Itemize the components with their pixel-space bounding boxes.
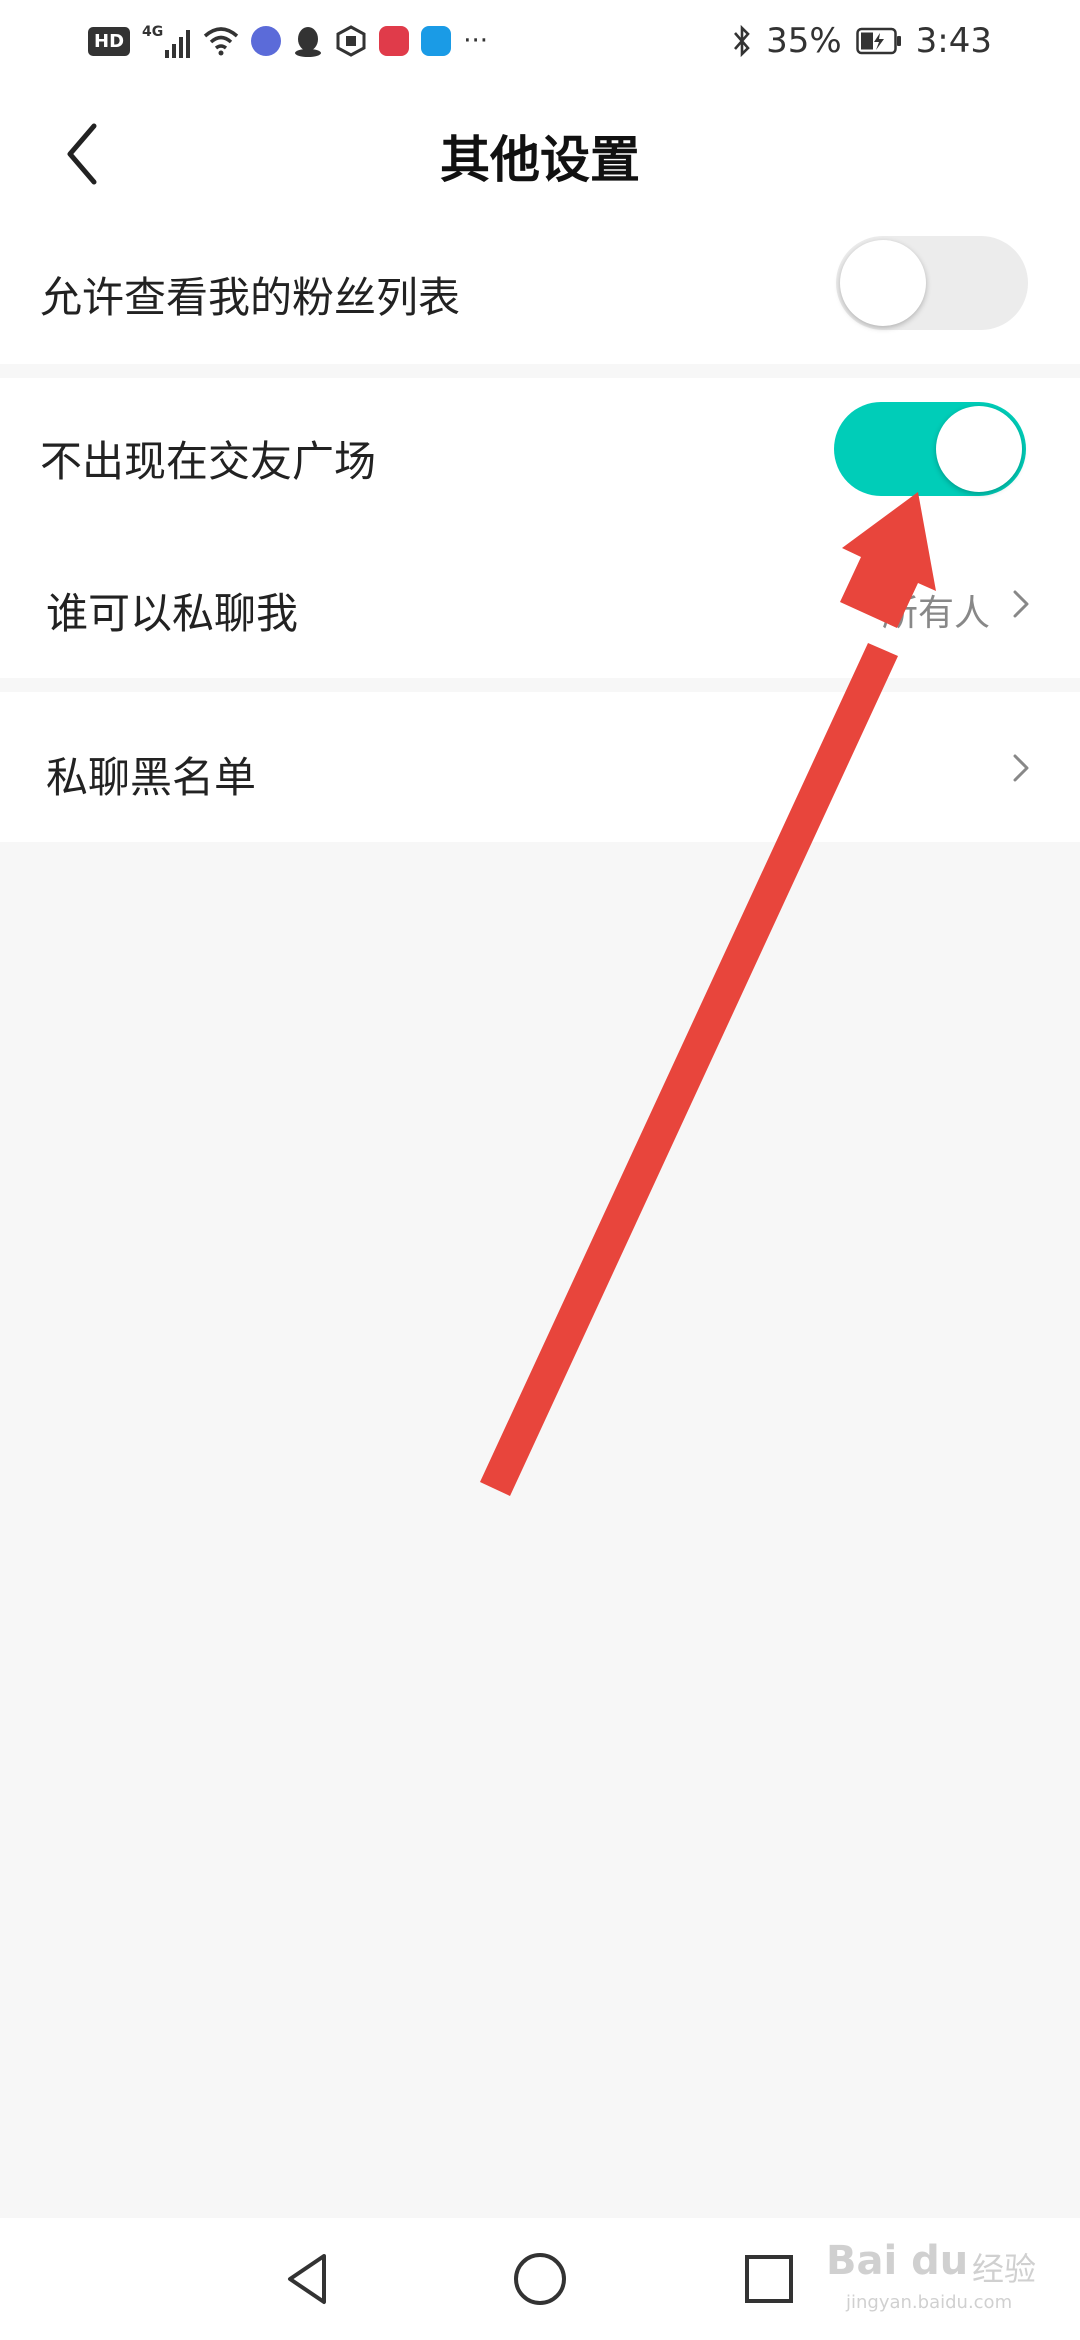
message-blacklist-label: 私聊黑名单 bbox=[46, 753, 257, 802]
fans-list-label: 允许查看我的粉丝列表 bbox=[40, 273, 461, 322]
status-right: 35% 3:43 bbox=[732, 18, 992, 64]
who-can-message-value: 所有人 bbox=[881, 593, 990, 634]
setting-row-message-blacklist[interactable]: 私聊黑名单 bbox=[0, 692, 1080, 842]
nav-recents-icon[interactable] bbox=[734, 2244, 804, 2314]
battery-percent: 35% bbox=[766, 21, 842, 61]
clock: 3:43 bbox=[915, 21, 992, 61]
baidu-watermark: Bai du 经验 jingyan.baidu.com bbox=[826, 2238, 1046, 2318]
setting-row-fans-list: 允许查看我的粉丝列表 bbox=[0, 222, 1080, 364]
toggle-knob bbox=[840, 240, 926, 326]
page-title: 其他设置 bbox=[440, 131, 640, 189]
nav-home-icon[interactable] bbox=[505, 2244, 575, 2314]
setting-row-friend-square: 不出现在交友广场 bbox=[0, 378, 1080, 528]
wifi-icon bbox=[204, 27, 239, 56]
more-notifications-icon: ··· bbox=[463, 26, 489, 56]
hex-app-icon bbox=[336, 25, 366, 57]
who-can-message-label: 谁可以私聊我 bbox=[46, 589, 299, 638]
signal-bars-icon bbox=[165, 30, 191, 58]
friend-square-label: 不出现在交友广场 bbox=[40, 437, 377, 486]
fans-list-toggle[interactable] bbox=[836, 236, 1028, 330]
watermark-url: jingyan.baidu.com bbox=[846, 2292, 1013, 2313]
network-type-label: 4G bbox=[142, 24, 164, 40]
status-bar: HD 4G ··· 35% 3:43 bbox=[0, 0, 1080, 84]
bluetooth-icon bbox=[734, 24, 750, 58]
signal-4g-icon: 4G bbox=[142, 24, 191, 58]
qq-icon bbox=[295, 27, 322, 57]
search-app-icon bbox=[421, 26, 452, 56]
setting-row-who-can-message[interactable]: 谁可以私聊我 所有人 bbox=[0, 528, 1080, 678]
header: 其他设置 bbox=[0, 84, 1080, 222]
watermark-suffix: 经验 bbox=[972, 2250, 1037, 2288]
status-left: HD 4G ··· bbox=[88, 18, 488, 64]
friend-square-toggle[interactable] bbox=[834, 402, 1026, 496]
toggle-knob bbox=[936, 406, 1022, 492]
watermark-brand: Bai du bbox=[826, 2238, 969, 2284]
hd-badge: HD bbox=[88, 26, 131, 56]
nav-back-icon[interactable] bbox=[274, 2244, 344, 2314]
reader-app-icon bbox=[379, 26, 410, 56]
chevron-right-icon bbox=[1013, 590, 1029, 618]
battery-charging-icon bbox=[855, 27, 901, 55]
music-app-icon bbox=[251, 26, 282, 56]
chevron-right-icon bbox=[1013, 754, 1029, 782]
